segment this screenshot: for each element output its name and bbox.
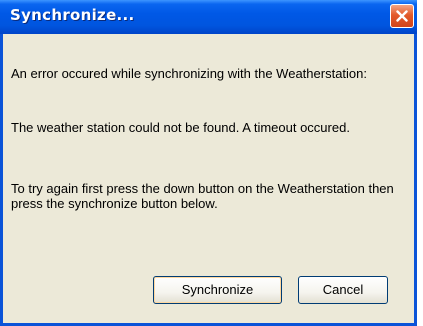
close-button[interactable] bbox=[390, 4, 414, 28]
synchronize-dialog: Synchronize... An error occured while sy… bbox=[0, 0, 417, 326]
timeout-message: The weather station could not be found. … bbox=[11, 120, 350, 135]
synchronize-button[interactable]: Synchronize bbox=[153, 276, 282, 304]
close-icon bbox=[396, 10, 408, 22]
cancel-button[interactable]: Cancel bbox=[298, 276, 388, 304]
title-bar[interactable]: Synchronize... bbox=[0, 0, 417, 34]
dialog-title: Synchronize... bbox=[10, 6, 135, 24]
instruction-message: To try again first press the down button… bbox=[11, 181, 394, 211]
error-message: An error occured while synchronizing wit… bbox=[11, 66, 367, 81]
